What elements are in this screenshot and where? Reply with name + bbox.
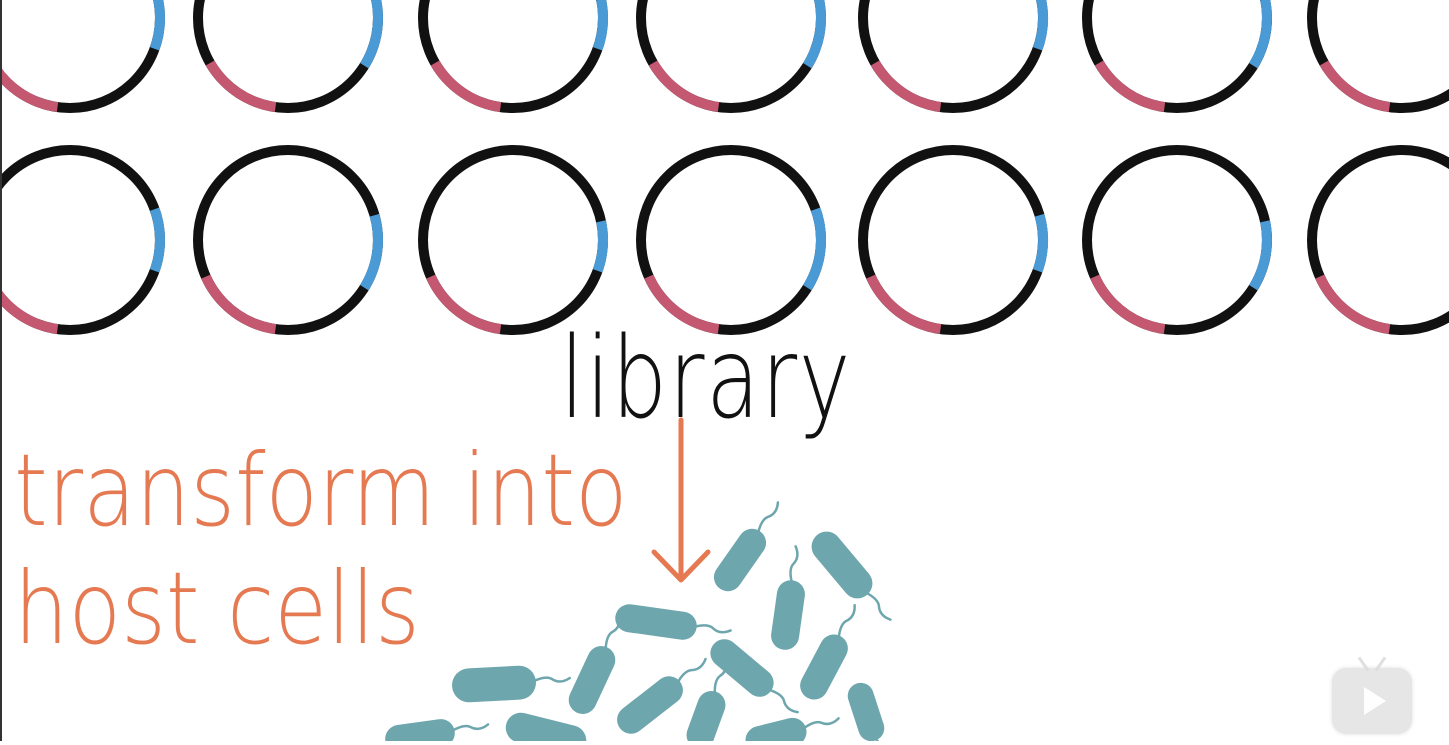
plasmid-ring-icon bbox=[636, 145, 826, 335]
bacterium-cell-icon bbox=[713, 501, 780, 592]
marker-segment bbox=[592, 220, 608, 273]
insert-segment bbox=[648, 60, 720, 113]
plasmid-ring-icon bbox=[1082, 145, 1272, 335]
insert-segment bbox=[426, 274, 502, 335]
frame-left-border bbox=[0, 0, 2, 741]
marker-segment bbox=[149, 207, 166, 273]
bacterium-cell-icon bbox=[847, 682, 889, 745]
insert-segment bbox=[201, 274, 277, 335]
marker-segment bbox=[1032, 0, 1048, 51]
tv-antenna-icon bbox=[1358, 656, 1386, 670]
plasmid-ring-icon bbox=[193, 0, 383, 113]
plasmid-ring-icon bbox=[858, 145, 1048, 335]
marker-segment bbox=[1032, 213, 1048, 273]
transform-annotation-line-2: host cells bbox=[14, 550, 420, 667]
down-arrow-icon bbox=[651, 417, 711, 583]
transform-annotation: transform into host cells bbox=[14, 432, 628, 668]
insert-segment bbox=[430, 60, 502, 113]
tv-play-icon[interactable] bbox=[1332, 668, 1412, 734]
insert-segment bbox=[1090, 274, 1166, 335]
plasmid-ring-icon bbox=[636, 0, 826, 113]
insert-segment bbox=[1319, 60, 1391, 113]
marker-segment bbox=[802, 0, 826, 69]
plasmid-ring-icon bbox=[1307, 145, 1449, 335]
insert-segment bbox=[0, 288, 59, 335]
marker-segment bbox=[802, 207, 826, 291]
plasmid-ring-icon bbox=[1082, 0, 1272, 113]
plasmid-library bbox=[0, 0, 1449, 335]
insert-segment bbox=[870, 60, 942, 113]
plasmid-ring-icon bbox=[858, 0, 1048, 113]
transform-annotation-line-1: transform into bbox=[14, 432, 628, 549]
plasmid-ring-icon bbox=[1307, 0, 1449, 113]
insert-segment bbox=[0, 66, 59, 113]
insert-segment bbox=[1315, 274, 1391, 335]
plasmid-ring-icon bbox=[0, 0, 166, 113]
bacterium-cell-icon bbox=[771, 545, 805, 650]
bacterium-cell-icon bbox=[615, 604, 732, 640]
insert-segment bbox=[1094, 60, 1166, 113]
marker-segment bbox=[359, 213, 383, 291]
library-label: library bbox=[560, 314, 852, 444]
insert-segment bbox=[205, 60, 277, 113]
plasmid-ring-icon bbox=[0, 145, 166, 335]
plasmid-ring-icon bbox=[418, 0, 608, 113]
plasmid-ring-icon bbox=[193, 145, 383, 335]
marker-segment bbox=[1248, 220, 1272, 291]
bacterium-cell-icon bbox=[385, 719, 490, 745]
bacterium-cell-icon bbox=[452, 665, 572, 703]
marker-segment bbox=[1248, 0, 1272, 69]
marker-segment bbox=[359, 0, 383, 69]
play-triangle-icon bbox=[1364, 687, 1386, 715]
marker-segment bbox=[149, 0, 166, 51]
marker-segment bbox=[592, 0, 608, 51]
bacterium-cell-icon bbox=[505, 712, 621, 745]
animation-frame: library transform into host cells bbox=[0, 0, 1449, 745]
plasmid-ring-icon bbox=[418, 145, 608, 335]
insert-segment bbox=[866, 274, 942, 335]
